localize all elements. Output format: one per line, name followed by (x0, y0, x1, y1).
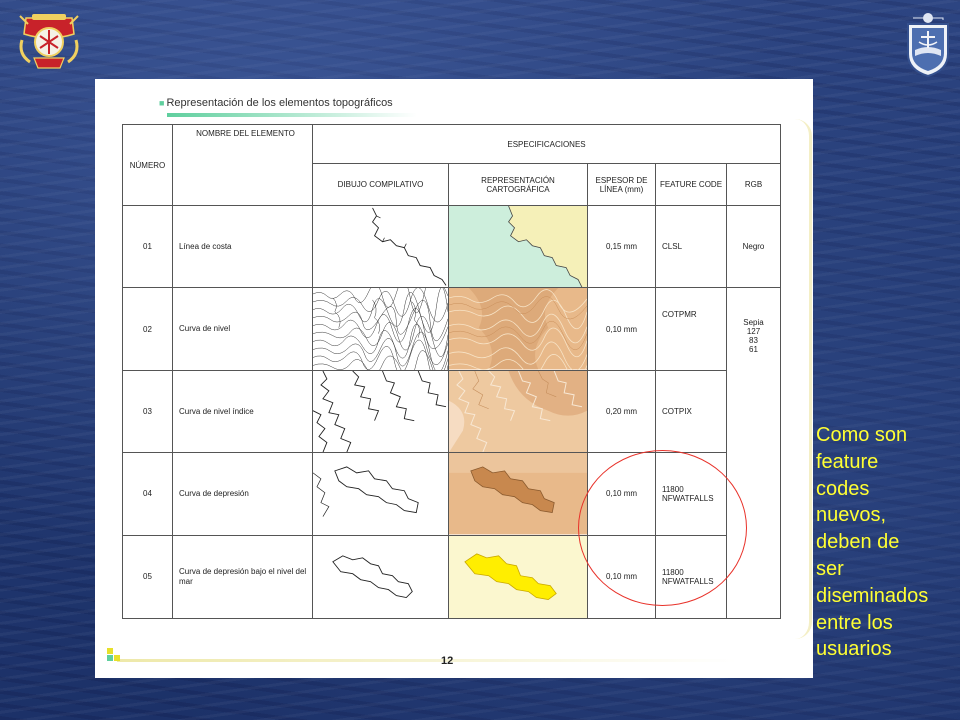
index-contour-drawing (312, 369, 449, 454)
below-sea-depression-representation (448, 534, 588, 620)
feature-code: COTPMR (655, 287, 727, 371)
row-number: 01 (122, 204, 173, 289)
annotation-line: entre los (816, 611, 893, 634)
rgb-blue: 61 (749, 345, 758, 355)
header-number: NÚMERO (122, 124, 173, 206)
table-row: 03 Curva de nivel índice 0,20 mm COTPIX (122, 369, 781, 454)
depression-contour-drawing (312, 452, 449, 536)
hydrographic-shield-icon (907, 13, 949, 78)
rgb-label: Sepia (743, 318, 764, 328)
header-element-name: NOMBRE DEL ELEMENTO (172, 124, 313, 206)
rgb-sepia: Sepia 127 83 61 (726, 287, 781, 620)
section-title: ■ Representación de los elementos topográ… (159, 97, 393, 109)
rgb-red: 127 (746, 327, 761, 337)
index-contour-representation (448, 369, 588, 454)
header-cartographic-representation: REPRESENTACIÓN CARTOGRÁFICA (448, 163, 588, 206)
element-name: Línea de costa (172, 204, 313, 289)
element-name: Curva de depresión (172, 452, 313, 536)
table-row: 02 Curva de nivel 0,10 mm COTPMR Sepia 1… (122, 287, 781, 620)
annotation-line: diseminados (816, 584, 929, 607)
heading-underline (167, 113, 417, 117)
element-name: Curva de nivel índice (172, 369, 313, 454)
header-specifications: ESPECIFICACIONES (312, 124, 781, 164)
row-number: 04 (122, 452, 173, 536)
contour-lines-representation (448, 287, 588, 371)
line-width: 0,15 mm (587, 204, 656, 289)
feature-code: CLSL (655, 204, 727, 289)
navy-crest-icon (19, 14, 79, 69)
annotation-line: deben de (816, 531, 900, 554)
header-compilation-drawing: DIBUJO COMPILATIVO (312, 163, 449, 206)
row-number: 02 (122, 287, 173, 371)
header-rgb: RGB (726, 163, 781, 206)
rgb-value: Negro (726, 204, 781, 289)
annotation-line: ser (816, 557, 844, 580)
row-number: 05 (122, 534, 173, 620)
page-number: 12 (441, 655, 454, 667)
element-name: Curva de nivel (172, 287, 313, 371)
footer-rule (117, 659, 737, 662)
coastline-drawing (312, 204, 449, 289)
annotation-line: nuevos, (816, 504, 887, 527)
header-line-width: ESPESOR DE LÍNEA (mm) (587, 163, 656, 206)
coastline-representation (448, 204, 588, 289)
annotation-line: Como son (816, 424, 908, 446)
below-sea-depression-drawing (312, 534, 449, 620)
corner-squares-icon (107, 648, 123, 664)
bullet-icon: ■ (159, 98, 165, 108)
line-width: 0,10 mm (587, 287, 656, 371)
row-number: 03 (122, 369, 173, 454)
table-row: 01 Línea de costa 0,15 mm CLSL Negro (122, 204, 781, 289)
annotation-line: feature (816, 450, 879, 473)
decorative-arc (795, 119, 812, 639)
line-width: 0,20 mm (587, 369, 656, 454)
element-name: Curva de depresión bajo el nivel del mar (172, 534, 313, 620)
contour-lines-drawing (312, 287, 449, 371)
annotation-line: codes (816, 477, 870, 500)
header-feature-code: FEATURE CODE (655, 163, 727, 206)
feature-code: COTPIX (655, 369, 727, 454)
annotation-line: usuarios (816, 638, 892, 661)
annotation-text: Como son feature codes nuevos, deben de … (816, 422, 956, 663)
highlight-circle (578, 450, 747, 606)
depression-contour-representation (448, 452, 588, 536)
rgb-green: 83 (749, 336, 758, 346)
